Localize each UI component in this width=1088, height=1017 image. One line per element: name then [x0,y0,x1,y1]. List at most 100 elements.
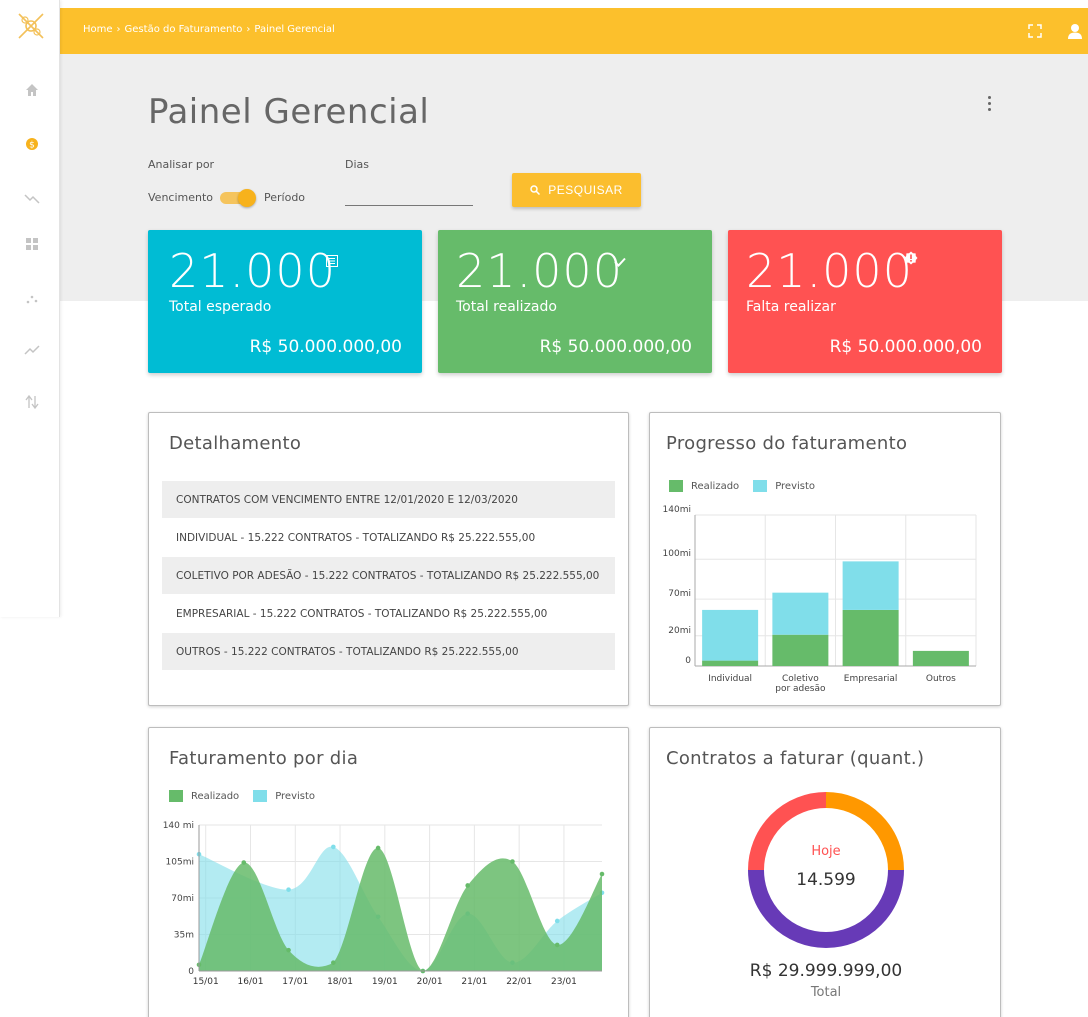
stat-amount: R$ 50.000.000,00 [249,337,402,357]
top-bar: Home › Gestão do Faturamento › Painel Gerenc… [60,8,1088,54]
x-tick-label: 18/01 [327,977,353,987]
x-tick-label: 17/01 [282,977,308,987]
breadcrumb-home[interactable]: Home [83,24,113,35]
check-icon [614,252,626,271]
point-realizado [599,871,605,877]
search-button[interactable]: PESQUISAR [512,173,641,207]
x-tick-label: Outros [926,674,956,684]
bar-realizado [912,650,969,666]
dias-input[interactable] [345,186,473,204]
scatter-icon[interactable] [23,290,41,308]
x-tick-label: 19/01 [372,977,398,987]
progresso-legend: Realizado Previsto [669,480,815,492]
legend-label-realizado: Realizado [691,480,740,492]
vencimento-periodo-toggle[interactable] [220,189,256,207]
legend-label-previsto: Previsto [775,480,816,492]
area-realizado [199,847,602,971]
point-previsto [286,887,291,892]
stat-label: Total esperado [169,299,272,315]
contratos-card: Contratos a faturar (quant.) Hoje 14.599… [649,727,1001,1017]
logo-icon[interactable] [17,12,45,40]
progresso-title: Progresso do faturamento [666,433,908,454]
home-icon[interactable] [23,81,41,99]
point-previsto [331,844,336,850]
point-realizado [510,859,515,864]
detalhamento-row: COLETIVO POR ADESÃO - 15.222 CONTRATOS -… [162,557,615,594]
x-tick-label: Empresarial [844,674,898,684]
y-tick-label: 20mi [668,626,691,636]
svg-text:$: $ [29,141,35,151]
trending-up-icon[interactable] [23,341,41,359]
stat-value: 21.000 [169,244,336,298]
stat-card-falta[interactable]: 21.000 Falta realizar R$ 50.000.000,00 [728,230,1002,373]
stat-card-realizado[interactable]: 21.000 Total realizado R$ 50.000.000,00 [438,230,712,373]
contratos-title: Contratos a faturar (quant.) [666,748,925,769]
point-realizado [241,860,247,865]
stat-value: 21.000 [746,244,913,298]
analisar-label: Analisar por [148,158,215,171]
point-realizado [554,942,560,948]
fullscreen-icon[interactable] [1028,23,1042,42]
x-tick-label: 15/01 [193,977,219,987]
progresso-bar-chart: 0 20mi 70mi 100mi 140mi Individual Coletivopor… [663,505,977,694]
stat-label: Total realizado [456,299,557,315]
stat-amount: R$ 50.000.000,00 [829,337,982,357]
user-icon[interactable] [1067,23,1083,43]
legend-label-previsto: Previsto [275,790,316,802]
x-tick-label: 16/01 [238,977,264,987]
faturamento-legend: Realizado Previsto [169,790,315,802]
detalhamento-card: Detalhamento CONTRATOS COM VENCIMENTO EN… [148,412,629,706]
detalhamento-row: EMPRESARIAL - 15.222 CONTRATOS - TOTALIZ… [176,607,548,620]
breadcrumb-separator-icon: › [116,24,121,35]
faturamento-area-chart: 0 35m 70mi 105mi 140 mi 15/01 16/01 17/01 18/01 1… [163,821,605,987]
list-icon [326,252,338,271]
swap-vertical-icon[interactable] [23,393,41,411]
detalhamento-row: INDIVIDUAL - 15.222 CONTRATOS - TOTALIZA… [176,531,536,544]
legend-swatch-previsto [253,790,268,802]
y-tick-label: 100mi [663,549,691,559]
x-tick-label: por adesão [775,684,826,694]
donut-center-value: 14.599 [796,870,856,890]
x-tick-label: 20/01 [417,977,443,987]
bar-previsto [702,609,759,661]
legend-swatch-realizado [669,480,683,492]
x-tick-label: 21/01 [461,977,487,987]
y-tick-label: 140mi [663,505,691,515]
dias-label: Dias [345,158,369,171]
breadcrumb-separator-icon: › [246,24,251,35]
contratos-total-label: Total [810,985,842,1000]
alert-icon [904,250,918,269]
stat-card-esperado[interactable]: 21.000 Total esperado R$ 50.000.000,00 [148,230,422,373]
faturamento-dia-title: Faturamento por dia [169,748,359,769]
breadcrumb-current: Painel Gerencial [254,24,335,35]
x-tick-label: Coletivo [782,674,819,684]
detalhamento-row: OUTROS - 15.222 CONTRATOS - TOTALIZANDO … [162,633,615,670]
trending-down-icon[interactable] [23,189,41,207]
y-tick-label: 70mi [668,589,691,599]
breadcrumb-gestao[interactable]: Gestão do Faturamento [125,24,243,35]
legend-label-realizado: Realizado [191,790,240,802]
detalhamento-row: CONTRATOS COM VENCIMENTO ENTRE 12/01/202… [162,481,615,518]
stat-label: Falta realizar [746,299,836,315]
progresso-card: Progresso do faturamento Realizado Previ… [649,412,1001,706]
legend-swatch-realizado [169,790,183,802]
y-tick-label: 140 mi [163,821,194,831]
dashboard-icon[interactable] [23,235,41,253]
legend-swatch-previsto [753,480,768,492]
bar-previsto [772,592,829,635]
donut-slice [825,792,904,871]
billing-icon[interactable]: $ [23,135,41,153]
y-tick-label: 105mi [166,858,194,868]
point-realizado [286,947,291,953]
dias-input-underline [345,205,473,206]
contratos-total-value: R$ 29.999.999,00 [749,961,903,981]
y-tick-label: 35m [174,931,194,941]
bar-realizado [842,609,899,666]
toggle-right-label: Período [264,191,306,204]
toggle-left-label: Vencimento [148,191,214,204]
more-vert-icon[interactable] [984,96,994,116]
page-title: Painel Gerencial [148,92,430,132]
point-realizado [331,960,336,965]
breadcrumb: Home › Gestão do Faturamento › Painel Gerenc… [83,24,335,35]
x-tick-label: Individual [708,674,752,684]
